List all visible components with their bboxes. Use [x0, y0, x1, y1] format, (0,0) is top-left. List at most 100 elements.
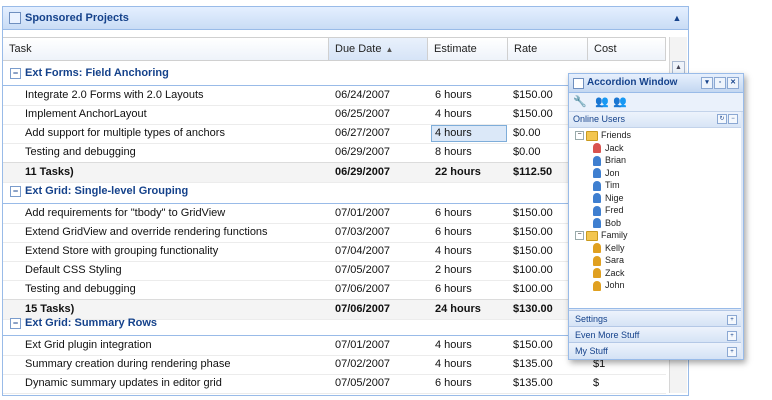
table-row[interactable]: Default CSS Styling 07/05/2007 2 hours $…: [3, 261, 666, 281]
collapse-group-icon[interactable]: −: [10, 186, 21, 197]
table-row[interactable]: Dynamic summary updates in editor grid 0…: [3, 374, 666, 394]
tree-user[interactable]: Brian: [593, 154, 626, 166]
tree-user[interactable]: Jon: [593, 167, 620, 179]
tree-collapse-icon[interactable]: −: [575, 131, 584, 141]
table-row[interactable]: Add requirements for "tbody" to GridView…: [3, 204, 666, 224]
section-header-my-stuff[interactable]: My Stuff +: [569, 342, 741, 359]
cell-task: Dynamic summary updates in editor grid: [25, 377, 222, 389]
column-header-task[interactable]: Task: [3, 38, 329, 60]
cell-task: Implement AnchorLayout: [25, 108, 147, 120]
refresh-icon[interactable]: ↻: [717, 114, 727, 124]
summary-row: 11 Tasks) 06/29/2007 22 hours $112.50: [3, 162, 666, 183]
cell-task: Add requirements for "tbody" to GridView: [25, 207, 226, 219]
collapse-section-icon[interactable]: −: [728, 114, 738, 124]
column-label: Rate: [514, 43, 538, 55]
table-row[interactable]: Add support for multiple types of anchor…: [3, 124, 666, 144]
tree-folder[interactable]: − Friends: [575, 129, 631, 141]
tree-node-label: John: [605, 280, 625, 290]
expand-icon[interactable]: +: [727, 347, 737, 357]
section-header-settings[interactable]: Settings +: [569, 310, 741, 327]
tree-node-label: Jon: [605, 167, 620, 178]
user-icon: [593, 243, 601, 254]
panel-header: Sponsored Projects ▲: [3, 7, 688, 30]
user-icon: [593, 180, 601, 191]
table-row[interactable]: Testing and debugging 07/06/2007 6 hours…: [3, 280, 666, 300]
cell-due-date: 06/25/2007: [335, 108, 391, 120]
table-row[interactable]: Extend GridView and override rendering f…: [3, 223, 666, 243]
column-label: Task: [9, 43, 32, 55]
user-icon: [593, 193, 601, 204]
table-row[interactable]: Implement AnchorLayout 06/25/2007 4 hour…: [3, 105, 666, 125]
wrench-icon[interactable]: 🔧: [573, 95, 587, 109]
tree-user[interactable]: John: [593, 279, 625, 291]
user-icon: [593, 205, 601, 216]
cell-estimate: 6 hours: [435, 226, 472, 238]
table-row[interactable]: Extend Store with grouping functionality…: [3, 242, 666, 262]
tree-node-label: Jack: [605, 142, 624, 153]
minimize-icon[interactable]: ▾: [701, 77, 713, 89]
tree-user[interactable]: Fred: [593, 204, 624, 216]
cell-task: Testing and debugging: [25, 146, 136, 158]
tree-user[interactable]: Jack: [593, 142, 624, 154]
cell-due-date: 06/27/2007: [335, 127, 391, 139]
section-header-online-users[interactable]: Online Users ↻ −: [569, 112, 741, 128]
tree-user[interactable]: Tim: [593, 179, 620, 191]
group-header[interactable]: − Ext Forms: Field Anchoring: [3, 63, 666, 86]
column-header-estimate[interactable]: Estimate: [428, 38, 508, 60]
add-user-icon[interactable]: 👥: [595, 95, 609, 109]
panel-title: Sponsored Projects: [25, 12, 129, 24]
tree-user[interactable]: Bob: [593, 217, 621, 229]
cell-due-date: 07/06/2007: [335, 283, 391, 295]
accordion-window[interactable]: Accordion Window ▾ ▫ ✕ 🔧 👥 👥 Online User…: [568, 73, 744, 360]
folder-icon: [586, 230, 598, 241]
group-label: Ext Grid: Single-level Grouping: [25, 185, 189, 197]
online-users-section: Online Users ↻ − − Friends Jack Brian Jon Tim…: [569, 112, 741, 309]
tree-node-label: Kelly: [605, 242, 625, 253]
cell-task: 11 Tasks): [25, 166, 74, 178]
cell-due-date: 07/03/2007: [335, 226, 391, 238]
tree-user[interactable]: Sara: [593, 254, 624, 266]
section-header-even-more-stuff[interactable]: Even More Stuff +: [569, 326, 741, 343]
tree-node-label: Bob: [605, 217, 622, 228]
tree-folder[interactable]: − Family: [575, 229, 628, 241]
tree-user[interactable]: Nige: [593, 192, 624, 204]
cell-due-date: 07/02/2007: [335, 358, 391, 370]
close-icon[interactable]: ✕: [727, 77, 739, 89]
column-label: Cost: [594, 43, 617, 55]
group-header[interactable]: − Ext Grid: Single-level Grouping: [3, 181, 666, 204]
cell-task: Integrate 2.0 Forms with 2.0 Layouts: [25, 89, 204, 101]
table-row[interactable]: Ext Grid plugin integration 07/01/2007 4…: [3, 336, 666, 356]
expand-icon[interactable]: +: [727, 315, 737, 325]
maximize-icon[interactable]: ▫: [714, 77, 726, 89]
expand-icon[interactable]: +: [727, 331, 737, 341]
cell-task: Default CSS Styling: [25, 264, 122, 276]
section-label: Settings: [575, 314, 608, 324]
column-header-cost[interactable]: Cost: [588, 38, 666, 60]
estimate-editor-field[interactable]: 4 hours: [431, 125, 507, 142]
cell-due-date: 07/01/2007: [335, 339, 391, 351]
section-label: My Stuff: [575, 346, 608, 356]
tree-node-label: Friends: [601, 130, 632, 140]
cell-estimate: 22 hours: [435, 166, 481, 178]
column-header-rate[interactable]: Rate: [508, 38, 588, 60]
column-header-due-date[interactable]: Due Date ▲: [329, 38, 428, 60]
collapse-group-icon[interactable]: −: [10, 68, 21, 79]
cell-due-date: 07/01/2007: [335, 207, 391, 219]
window-title-bar[interactable]: Accordion Window ▾ ▫ ✕: [569, 74, 743, 93]
group-header[interactable]: − Ext Grid: Summary Rows: [3, 313, 666, 336]
cell-estimate: 8 hours: [435, 146, 472, 158]
tree-collapse-icon[interactable]: −: [575, 231, 584, 241]
users-icon[interactable]: 👥: [613, 95, 627, 109]
tree-user[interactable]: Zack: [593, 267, 625, 279]
collapse-icon[interactable]: ▲: [671, 12, 683, 24]
table-row[interactable]: Testing and debugging 06/29/2007 8 hours…: [3, 143, 666, 163]
cell-due-date: 07/05/2007: [335, 377, 391, 389]
table-row[interactable]: Summary creation during rendering phase …: [3, 355, 666, 375]
cell-estimate: 4 hours: [435, 358, 472, 370]
cell-estimate: 2 hours: [435, 264, 472, 276]
table-row[interactable]: Integrate 2.0 Forms with 2.0 Layouts 06/…: [3, 86, 666, 106]
folder-icon: [586, 130, 598, 141]
collapse-group-icon[interactable]: −: [10, 318, 21, 329]
tree-user[interactable]: Kelly: [593, 242, 625, 254]
cell-estimate: 6 hours: [435, 283, 472, 295]
